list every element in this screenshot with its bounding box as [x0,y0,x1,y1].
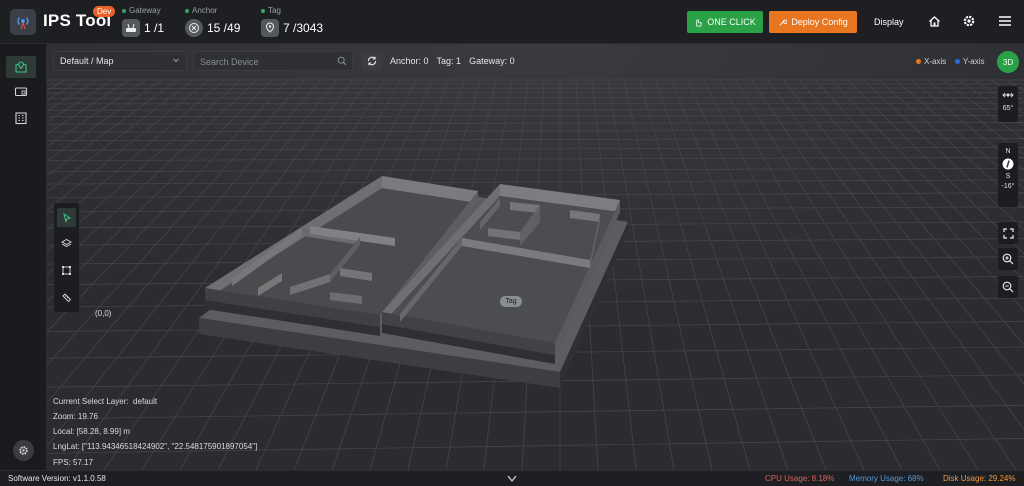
tilt-value: 65° [1002,105,1014,112]
scene-canvas[interactable] [47,44,1024,470]
y-axis-label: Y-axis [963,57,985,66]
one-click-label: ONE CLICK [707,17,756,27]
compass-north-label: N [1005,148,1011,155]
layer-value: default [133,397,158,406]
search-icon[interactable] [337,56,347,66]
gateway-stat: Gateway 1 /1 [122,6,164,37]
map-selector[interactable]: Default / Map [53,51,187,71]
layers-tool[interactable] [57,234,76,253]
top-header: IPS Tool Dev Gateway 1 /1 Anchor 15 /49 … [0,0,1024,44]
x-axis-label: X-axis [924,57,947,66]
left-navigation [0,44,47,470]
map-selector-value: Default / Map [60,56,114,66]
anchor-stat-value: 15 /49 [207,21,241,35]
refresh-button[interactable] [361,51,383,71]
disk-usage: Disk Usage: 29.24% [943,474,1016,483]
layers-icon [61,238,72,248]
x-axis-legend: X-axis [916,57,946,66]
fullscreen-button[interactable] [998,222,1018,244]
anchor-stat: Anchor 15 /49 [185,6,240,37]
zoom-info: Zoom: 19.76 [53,412,98,421]
status-bar: Software Version: v1.1.0.58 CPU Usage: 8… [0,470,1024,486]
origin-label: (0,0) [95,309,112,318]
tag-stat-label: Tag [268,6,281,15]
fullscreen-icon [1002,227,1014,239]
anchor-count: Anchor: 0 [390,56,429,66]
antenna-icon [17,17,29,30]
search-input[interactable] [194,53,334,71]
map-3d-viewport[interactable] [47,44,1024,470]
nav-item-devices[interactable] [6,81,36,103]
refresh-icon [367,56,377,66]
zoom-in-icon [1002,253,1014,265]
anchor-stat-label: Anchor [192,6,218,15]
tag-stat-value: 7 /3043 [283,21,324,35]
zoom-out-button[interactable] [998,276,1018,298]
memory-usage: Memory Usage: 68% [849,474,924,483]
map-pin-icon [15,61,27,73]
zoom-out-icon [1002,281,1014,293]
software-version: Software Version: v1.1.0.58 [8,474,106,483]
settings-button[interactable] [13,440,34,461]
display-menu[interactable]: Display [874,17,904,27]
y-axis-dot-icon [955,59,960,64]
dev-badge: Dev [93,6,116,17]
gateway-count: Gateway: 0 [469,56,515,66]
anchor-icon [185,19,203,37]
compass-icon [1002,158,1014,170]
lnglat-coordinates: LngLat: ["113.94346518424902", "22.54817… [53,442,258,451]
nav-item-building[interactable] [6,107,36,129]
tool-palette [54,203,79,312]
gateway-stat-label: Gateway [129,6,161,15]
chevron-down-icon [173,58,179,63]
tag-count: Tag: 1 [436,56,462,66]
deploy-config-button[interactable]: Deploy Config [769,11,857,33]
nav-item-map[interactable] [6,56,36,78]
hand-pointer-icon [696,18,702,27]
compass-control[interactable]: N S -16° [998,143,1018,207]
one-click-button[interactable]: ONE CLICK [687,11,763,33]
view-mode-toggle[interactable]: 3D [997,51,1019,73]
gateway-stat-value: 1 /1 [144,21,165,35]
gear-icon[interactable] [962,14,976,28]
device-counts: Anchor: 0 Tag: 1 Gateway: 0 [390,56,523,66]
compass-south-label: S [1005,173,1011,180]
cog-icon [19,446,28,455]
tilt-control[interactable]: 65° [998,86,1018,122]
local-coordinates: Local: [58.28, 8.99] m [53,427,130,436]
ruler-icon [62,293,72,303]
deploy-config-label: Deploy Config [791,17,848,27]
cursor-icon [62,212,71,223]
area-tool[interactable] [57,261,76,280]
x-axis-dot-icon [916,59,921,64]
collapse-chevron-icon[interactable] [507,474,517,483]
router-icon [122,19,140,37]
layer-label: Current Select Layer: [53,397,129,406]
hamburger-menu-icon[interactable] [998,14,1012,28]
home-icon[interactable] [927,14,941,28]
tilt-icon [1002,92,1014,98]
online-dot-icon [185,8,189,13]
online-dot-icon [122,8,126,13]
tag-pin-icon [261,19,279,37]
cpu-usage: CPU Usage: 8.18% [765,474,835,483]
wrench-icon [779,18,788,26]
tag-stat: Tag 7 /3043 [261,6,323,37]
select-tool[interactable] [57,208,76,227]
measure-tool[interactable] [57,288,76,307]
current-layer-info: Current Select Layer: default [53,397,157,406]
fps-info: FPS: 57.17 [53,458,94,467]
y-axis-legend: Y-axis [955,57,985,66]
heading-value: -16° [1001,183,1015,190]
devices-icon [14,87,28,97]
building-icon [15,112,27,125]
online-dot-icon [261,8,265,13]
device-search [193,51,353,71]
area-select-icon [62,266,71,275]
tag-marker[interactable]: Tag [500,296,522,307]
app-logo [10,9,36,35]
zoom-in-button[interactable] [998,248,1018,270]
